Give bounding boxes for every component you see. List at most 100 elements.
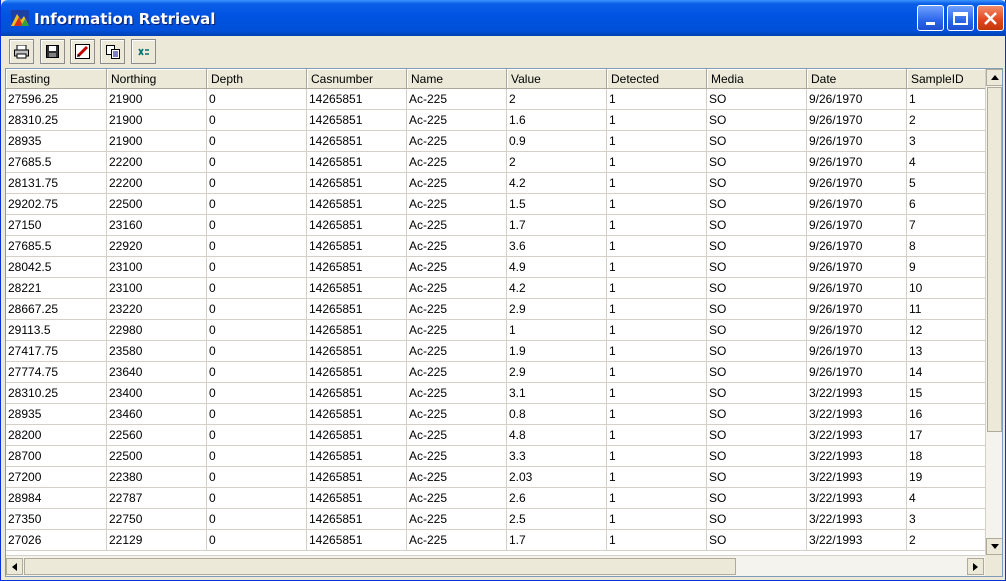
cell-easting[interactable]: 27774.75 <box>6 362 107 383</box>
cell-detected[interactable]: 1 <box>607 509 707 530</box>
table-row[interactable]: 27350 22750 0 14265851 Ac-225 2.5 1 SO 3/22/1993… <box>6 509 986 530</box>
cell-sampleid[interactable]: 17 <box>907 425 986 446</box>
cell-depth[interactable]: 0 <box>207 131 307 152</box>
cell-value[interactable]: 4.8 <box>507 425 607 446</box>
cell-casnumber[interactable]: 14265851 <box>307 383 407 404</box>
column-header-sampleid[interactable]: SampleID <box>907 69 986 89</box>
column-header-depth[interactable]: Depth <box>207 69 307 89</box>
horizontal-scroll-thumb[interactable] <box>24 558 736 575</box>
cell-date[interactable]: 9/26/1970 <box>807 320 907 341</box>
cell-sampleid[interactable]: 10 <box>907 278 986 299</box>
cell-easting[interactable]: 28310.25 <box>6 383 107 404</box>
cell-media[interactable]: SO <box>707 257 807 278</box>
cell-sampleid[interactable]: 6 <box>907 194 986 215</box>
cell-detected[interactable]: 1 <box>607 89 707 110</box>
cell-detected[interactable]: 1 <box>607 320 707 341</box>
cell-depth[interactable]: 0 <box>207 530 307 551</box>
cell-media[interactable]: SO <box>707 362 807 383</box>
cell-detected[interactable]: 1 <box>607 152 707 173</box>
cell-northing[interactable]: 22200 <box>107 173 207 194</box>
cell-easting[interactable]: 28200 <box>6 425 107 446</box>
cell-media[interactable]: SO <box>707 404 807 425</box>
cell-media[interactable]: SO <box>707 89 807 110</box>
cell-easting[interactable]: 28310.25 <box>6 110 107 131</box>
cell-detected[interactable]: 1 <box>607 215 707 236</box>
cell-media[interactable]: SO <box>707 467 807 488</box>
cell-date[interactable]: 3/22/1993 <box>807 383 907 404</box>
cell-name[interactable]: Ac-225 <box>407 173 507 194</box>
cell-sampleid[interactable]: 13 <box>907 341 986 362</box>
cell-detected[interactable]: 1 <box>607 341 707 362</box>
table-row[interactable]: 27774.75 23640 0 14265851 Ac-225 2.9 1 SO 9/26/1… <box>6 362 986 383</box>
cell-value[interactable]: 3.3 <box>507 446 607 467</box>
cell-depth[interactable]: 0 <box>207 236 307 257</box>
cell-northing[interactable]: 21900 <box>107 110 207 131</box>
cell-name[interactable]: Ac-225 <box>407 236 507 257</box>
cell-detected[interactable]: 1 <box>607 110 707 131</box>
cell-detected[interactable]: 1 <box>607 257 707 278</box>
cell-value[interactable]: 2.03 <box>507 467 607 488</box>
cell-easting[interactable]: 28700 <box>6 446 107 467</box>
cell-name[interactable]: Ac-225 <box>407 362 507 383</box>
cell-media[interactable]: SO <box>707 194 807 215</box>
cell-date[interactable]: 9/26/1970 <box>807 341 907 362</box>
cell-northing[interactable]: 22380 <box>107 467 207 488</box>
cell-value[interactable]: 1.7 <box>507 215 607 236</box>
cell-value[interactable]: 2.6 <box>507 488 607 509</box>
cell-northing[interactable]: 23400 <box>107 383 207 404</box>
cell-depth[interactable]: 0 <box>207 404 307 425</box>
cell-casnumber[interactable]: 14265851 <box>307 236 407 257</box>
cell-media[interactable]: SO <box>707 278 807 299</box>
cell-easting[interactable]: 27596.25 <box>6 89 107 110</box>
table-row[interactable]: 28042.5 23100 0 14265851 Ac-225 4.9 1 SO 9/26/19… <box>6 257 986 278</box>
cell-detected[interactable]: 1 <box>607 404 707 425</box>
cell-name[interactable]: Ac-225 <box>407 152 507 173</box>
cell-depth[interactable]: 0 <box>207 320 307 341</box>
cell-name[interactable]: Ac-225 <box>407 530 507 551</box>
cell-media[interactable]: SO <box>707 236 807 257</box>
cell-easting[interactable]: 27200 <box>6 467 107 488</box>
cell-sampleid[interactable]: 4 <box>907 488 986 509</box>
cell-name[interactable]: Ac-225 <box>407 383 507 404</box>
cell-depth[interactable]: 0 <box>207 425 307 446</box>
cell-date[interactable]: 3/22/1993 <box>807 446 907 467</box>
cell-media[interactable]: SO <box>707 299 807 320</box>
table-row[interactable]: 27685.5 22920 0 14265851 Ac-225 3.6 1 SO 9/26/19… <box>6 236 986 257</box>
scroll-right-button[interactable] <box>967 558 984 575</box>
cell-sampleid[interactable]: 3 <box>907 509 986 530</box>
cell-casnumber[interactable]: 14265851 <box>307 131 407 152</box>
table-row[interactable]: 27417.75 23580 0 14265851 Ac-225 1.9 1 SO 9/26/1… <box>6 341 986 362</box>
cell-sampleid[interactable]: 4 <box>907 152 986 173</box>
cell-date[interactable]: 3/22/1993 <box>807 530 907 551</box>
horizontal-scrollbar[interactable] <box>6 555 986 576</box>
cell-casnumber[interactable]: 14265851 <box>307 530 407 551</box>
cell-casnumber[interactable]: 14265851 <box>307 467 407 488</box>
scroll-up-button[interactable] <box>986 69 1002 86</box>
cell-value[interactable]: 1.7 <box>507 530 607 551</box>
cell-easting[interactable]: 27026 <box>6 530 107 551</box>
cell-detected[interactable]: 1 <box>607 488 707 509</box>
cell-value[interactable]: 4.2 <box>507 278 607 299</box>
cell-value[interactable]: 1 <box>507 320 607 341</box>
cell-name[interactable]: Ac-225 <box>407 110 507 131</box>
cell-sampleid[interactable]: 1 <box>907 89 986 110</box>
cell-easting[interactable]: 29202.75 <box>6 194 107 215</box>
cell-sampleid[interactable]: 15 <box>907 383 986 404</box>
cell-northing[interactable]: 22129 <box>107 530 207 551</box>
cell-media[interactable]: SO <box>707 530 807 551</box>
cell-casnumber[interactable]: 14265851 <box>307 257 407 278</box>
cell-northing[interactable]: 23220 <box>107 299 207 320</box>
minimize-button[interactable] <box>917 5 944 31</box>
cell-name[interactable]: Ac-225 <box>407 446 507 467</box>
column-header-media[interactable]: Media <box>707 69 807 89</box>
cell-name[interactable]: Ac-225 <box>407 215 507 236</box>
cell-northing[interactable]: 22560 <box>107 425 207 446</box>
cell-casnumber[interactable]: 14265851 <box>307 110 407 131</box>
cell-value[interactable]: 2.5 <box>507 509 607 530</box>
cell-media[interactable]: SO <box>707 131 807 152</box>
table-row[interactable]: 28200 22560 0 14265851 Ac-225 4.8 1 SO 3/22/1993… <box>6 425 986 446</box>
cell-casnumber[interactable]: 14265851 <box>307 488 407 509</box>
cell-media[interactable]: SO <box>707 173 807 194</box>
cell-date[interactable]: 9/26/1970 <box>807 173 907 194</box>
cell-casnumber[interactable]: 14265851 <box>307 152 407 173</box>
